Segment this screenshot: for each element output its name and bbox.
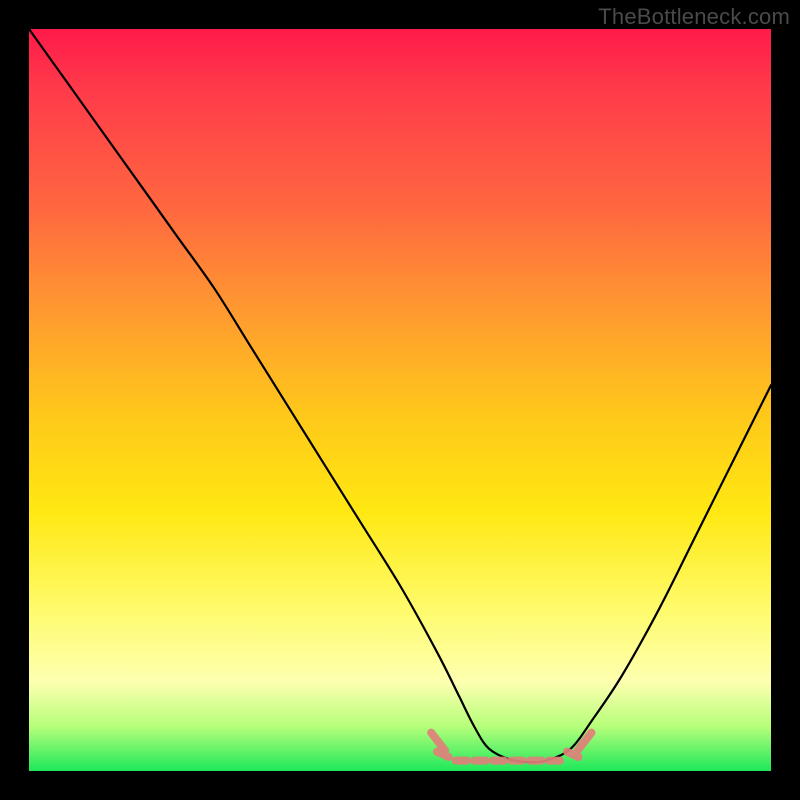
plot-area [29, 29, 771, 771]
chart-frame: TheBottleneck.com [0, 0, 800, 800]
bottleneck-curve [29, 29, 771, 762]
bottleneck-curve-svg [29, 29, 771, 771]
watermark-text: TheBottleneck.com [598, 4, 790, 30]
tolerance-band [431, 733, 591, 761]
